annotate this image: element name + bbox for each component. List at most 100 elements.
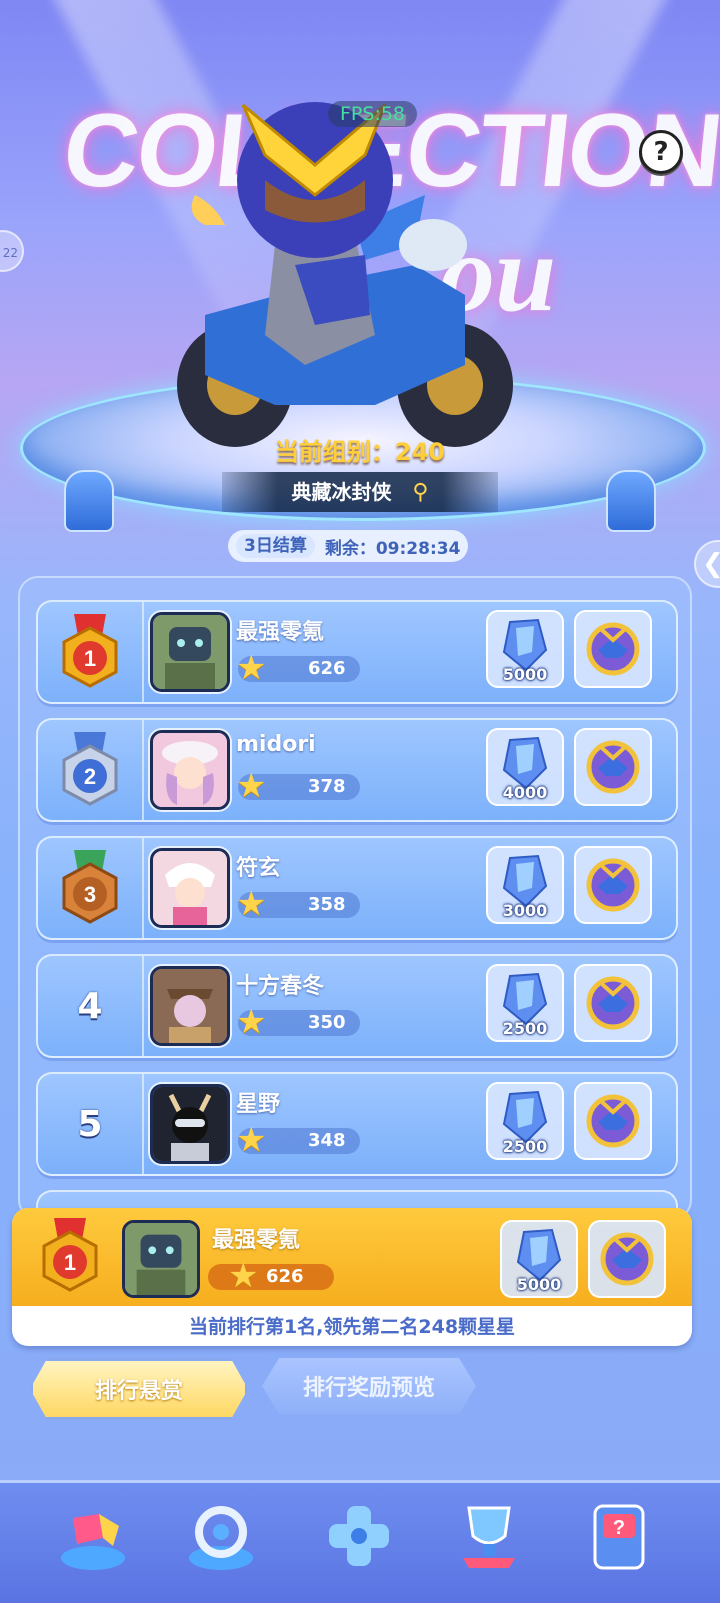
hero-badge-reward[interactable]: [574, 1082, 652, 1160]
score-value: 378: [308, 776, 346, 797]
leaderboard-row[interactable]: 3 符玄 ★ 358 3000: [36, 836, 678, 940]
rank-number: 4: [77, 985, 103, 1027]
score-value: 350: [308, 1012, 346, 1033]
side-expand-right-button[interactable]: ❮: [694, 540, 720, 588]
my-score-pill: ★ 626: [208, 1258, 334, 1294]
leaderboard-row[interactable]: 4 十方春冬 ★ 350 2500: [36, 954, 678, 1058]
avatar[interactable]: [150, 612, 230, 692]
hero-badge-reward[interactable]: [574, 728, 652, 806]
settle-period-label: 3日结算: [236, 534, 315, 558]
rank-cell: 3: [38, 838, 144, 938]
star-icon: ★: [236, 1002, 267, 1042]
item-name: 典藏冰封侠: [291, 480, 392, 504]
hero-badge-icon: [586, 858, 640, 912]
tab-rank-reward-preview[interactable]: 排行奖励预览: [262, 1358, 476, 1414]
trophy-nav-icon[interactable]: [446, 1493, 532, 1579]
stage-lamp-left: [64, 470, 114, 532]
gem-reward[interactable]: 2500: [486, 1082, 564, 1160]
gem-reward[interactable]: 3000: [486, 846, 564, 924]
silver-medal-icon: 2: [62, 732, 118, 806]
tab-rank-bounty[interactable]: 排行悬赏: [30, 1358, 248, 1420]
star-icon: ★: [228, 1256, 259, 1296]
score-value: 358: [308, 894, 346, 915]
gold-medal-icon: 1: [62, 614, 118, 688]
hero-badge-icon: [586, 622, 640, 676]
leaderboard-row[interactable]: 1 最强零氪 ★ 626 5000: [36, 600, 678, 704]
settle-timer: 3日结算 剩余：09:28:34: [228, 530, 469, 562]
gem-amount: 5000: [516, 1275, 562, 1294]
player-name: 最强零氪: [236, 620, 325, 645]
fps-counter: FPS:58: [328, 101, 418, 127]
score-pill: ★ 348: [236, 1122, 360, 1158]
gem-amount: 2500: [502, 1019, 548, 1038]
current-group-label: 当前组别：240: [274, 438, 446, 466]
rank-cell: 2: [38, 720, 144, 820]
leaderboard-row[interactable]: 2 midori ★ 378 4000: [36, 718, 678, 822]
player-name: 星野: [236, 1092, 281, 1117]
gamepad-nav-icon[interactable]: [316, 1493, 402, 1579]
avatar[interactable]: [150, 1084, 230, 1164]
avatar[interactable]: [150, 848, 230, 928]
puzzle-nav-icon[interactable]: [50, 1493, 136, 1579]
search-icon[interactable]: ⚲: [412, 473, 428, 513]
gem-amount: 4000: [502, 783, 548, 802]
gold-medal-icon: 1: [42, 1218, 98, 1292]
score-value: 626: [308, 658, 346, 679]
star-icon: ★: [236, 884, 267, 924]
hero-badge-icon: [586, 976, 640, 1030]
player-name: midori: [236, 732, 316, 757]
my-player-name: 最强零氪: [212, 1228, 301, 1253]
hero-badge-reward[interactable]: [574, 846, 652, 924]
score-value: 348: [308, 1130, 346, 1151]
side-collapse-left[interactable]: 22: [0, 230, 24, 272]
rank-cell: 1: [38, 602, 144, 702]
my-rank-bar: 1 最强零氪 ★ 626 5000 当前排行第1名,领先第二名248颗星星: [12, 1208, 692, 1346]
avatar[interactable]: [150, 730, 230, 810]
stage-lamp-right: [606, 470, 656, 532]
score-pill: ★ 350: [236, 1004, 360, 1040]
target-nav-icon[interactable]: [178, 1493, 264, 1579]
rank-cell: 4: [38, 956, 144, 1056]
player-name: 十方春冬: [236, 974, 325, 999]
gem-reward[interactable]: 4000: [486, 728, 564, 806]
player-name: 符玄: [236, 856, 281, 881]
star-icon: ★: [236, 648, 267, 688]
mystery-machine-nav-icon[interactable]: ?: [576, 1493, 662, 1579]
hero-badge-icon: [586, 740, 640, 794]
leaderboard-row[interactable]: 5 星野 ★ 348 2500: [36, 1072, 678, 1176]
avatar[interactable]: [150, 966, 230, 1046]
gem-amount: 3000: [502, 901, 548, 920]
svg-text:3: 3: [84, 882, 96, 907]
rank-cell: 5: [38, 1074, 144, 1174]
score-pill: ★ 626: [236, 650, 360, 686]
score-pill: ★ 358: [236, 886, 360, 922]
gem-amount: 2500: [502, 1137, 548, 1156]
my-hero-badge-reward[interactable]: [588, 1220, 666, 1298]
hero-badge-reward[interactable]: [574, 610, 652, 688]
bottom-nav: ?: [0, 1480, 720, 1603]
hero-badge-icon: [586, 1094, 640, 1148]
hero-motorcycle-illustration[interactable]: [165, 85, 555, 465]
score-pill: ★ 378: [236, 768, 360, 804]
my-avatar[interactable]: [122, 1220, 200, 1298]
my-score-value: 626: [266, 1266, 304, 1287]
my-gem-reward[interactable]: 5000: [500, 1220, 578, 1298]
bronze-medal-icon: 3: [62, 850, 118, 924]
item-name-bar[interactable]: 典藏冰封侠 ⚲: [222, 472, 498, 512]
svg-text:2: 2: [84, 764, 96, 789]
help-button[interactable]: ?: [639, 130, 683, 174]
leaderboard-list[interactable]: 1 最强零氪 ★ 626 5000 2 midori ★ 378 4000 3 …: [18, 576, 692, 1220]
my-rank-card[interactable]: 1 最强零氪 ★ 626 5000: [12, 1208, 692, 1306]
rank-status-text: 当前排行第1名,领先第二名248颗星星: [188, 1316, 516, 1338]
gem-reward[interactable]: 5000: [486, 610, 564, 688]
star-icon: ★: [236, 766, 267, 806]
remaining-time: 剩余：09:28:34: [324, 538, 461, 559]
hero-badge-icon: [600, 1232, 654, 1286]
gem-reward[interactable]: 2500: [486, 964, 564, 1042]
svg-text:1: 1: [64, 1250, 76, 1275]
svg-text:1: 1: [84, 646, 96, 671]
rank-number: 5: [77, 1103, 103, 1145]
hero-badge-reward[interactable]: [574, 964, 652, 1042]
star-icon: ★: [236, 1120, 267, 1160]
gem-amount: 5000: [502, 665, 548, 684]
